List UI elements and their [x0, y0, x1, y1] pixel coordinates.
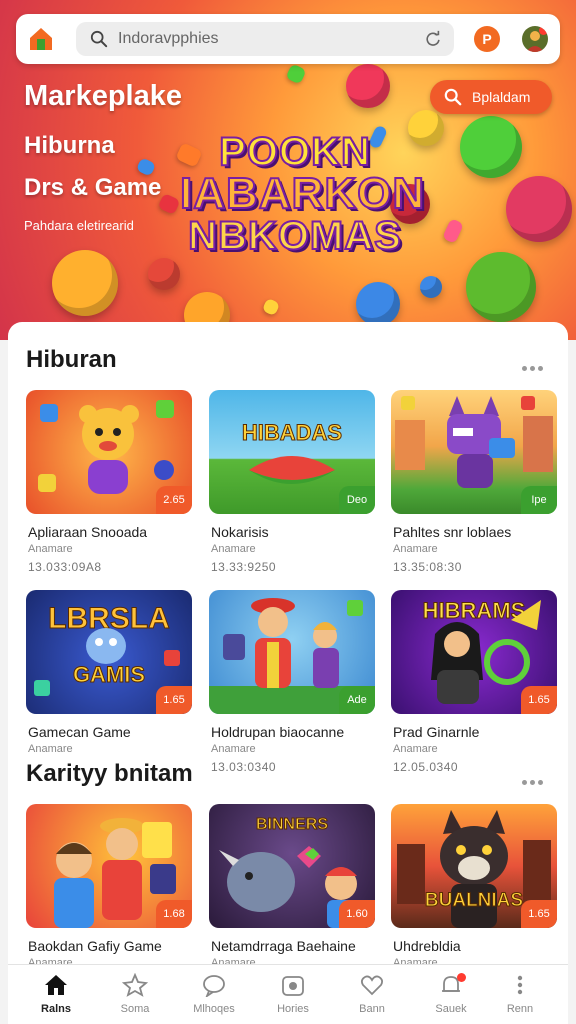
- decorative-chip: [420, 276, 442, 298]
- logo-line-1: POOKN: [218, 130, 371, 174]
- card-title: Gamecan Game: [28, 724, 131, 740]
- price-badge: 1.60: [339, 900, 375, 928]
- card-title: Baokdan Gafiy Game: [28, 938, 162, 954]
- price-badge: 1.65: [156, 686, 192, 714]
- decorative-chip: [408, 110, 444, 146]
- search-icon: [90, 30, 108, 48]
- card-category: Anamare: [28, 743, 73, 755]
- nav-label: Renn: [506, 1003, 534, 1015]
- price-badge: Deo: [339, 486, 375, 514]
- game-thumbnail: 1.68: [26, 804, 192, 928]
- nav-label: Mlhoqes: [193, 1003, 235, 1015]
- section-title-karityy: Karityy bnitam: [26, 760, 193, 787]
- user-avatar[interactable]: [522, 26, 548, 52]
- nav-item-bann[interactable]: Bann: [332, 973, 412, 1021]
- content-sheet: Hiburan 2.65 Apliaraan Snooada Anamare 1…: [8, 322, 568, 1024]
- hero-title: Markeplake: [24, 80, 182, 112]
- card-meta: 13.33:9250: [211, 560, 277, 574]
- top-bar: P: [16, 14, 560, 64]
- logo-line-2: IABARKON: [179, 169, 426, 218]
- heart-icon: [360, 975, 384, 996]
- nav-item-renn[interactable]: Renn: [480, 973, 560, 1021]
- bottom-navigation: Ralns Soma Mlhoqes Hories Bann Sauek Ren…: [8, 964, 568, 1024]
- home-logo-icon[interactable]: [28, 26, 54, 52]
- card-meta: 13.03:0340: [211, 760, 277, 774]
- price-badge: 1.65: [521, 686, 557, 714]
- card-title: Uhdrebldia: [393, 938, 461, 954]
- price-badge: 1.65: [521, 900, 557, 928]
- more-vert-icon: [517, 975, 523, 995]
- decorative-chip: [466, 252, 536, 322]
- search-bar[interactable]: [76, 22, 454, 56]
- decorative-tile: [261, 297, 281, 317]
- hero-subtitle-2: Drs & Game: [24, 174, 162, 201]
- decorative-tile: [442, 218, 464, 244]
- hero-search-button[interactable]: Bplaldam: [430, 80, 552, 114]
- notification-dot: [539, 26, 548, 35]
- search-input[interactable]: [118, 29, 418, 49]
- reload-icon[interactable]: [424, 30, 442, 48]
- decorative-chip: [506, 176, 572, 242]
- game-thumbnail: BUALNIAS 1.65: [391, 804, 557, 928]
- card-title: Pahltes snr loblaes: [393, 524, 512, 540]
- nav-item-soma[interactable]: Soma: [95, 973, 175, 1021]
- home-icon: [45, 975, 67, 995]
- nav-item-sauek[interactable]: Sauek: [411, 973, 491, 1021]
- card-title: Apliaraan Snooada: [28, 524, 148, 540]
- logo-line-3: NBKOMAS: [187, 214, 402, 258]
- price-badge: 2.65: [156, 486, 192, 514]
- search-icon: [444, 88, 462, 106]
- card-category: Anamare: [211, 743, 256, 755]
- card-meta: 12.05.0340: [393, 760, 459, 774]
- decorative-chip: [460, 116, 522, 178]
- notification-badge: [457, 973, 466, 982]
- card-title: Prad Ginarnle: [393, 724, 480, 740]
- game-thumbnail: HIBRAMS 1.65: [391, 590, 557, 714]
- profile-avatar[interactable]: P: [474, 26, 500, 52]
- price-badge: Ade: [339, 686, 375, 714]
- nav-item-home[interactable]: Ralns: [16, 973, 96, 1021]
- decorative-tile: [285, 63, 307, 85]
- nav-label: Soma: [120, 1003, 150, 1015]
- decorative-chip: [346, 64, 390, 108]
- decorative-chip: [52, 250, 118, 316]
- more-options-icon[interactable]: [522, 772, 548, 785]
- decorative-chip: [356, 282, 400, 326]
- card-meta: 13.35:08:30: [393, 560, 462, 574]
- game-thumbnail: 2.65: [26, 390, 192, 514]
- game-thumbnail: BINNERS 1.60: [209, 804, 375, 928]
- card-title: Nokarisis: [211, 524, 269, 540]
- hero-tagline: Pahdara eletirearid: [24, 218, 134, 233]
- card-category: Anamare: [393, 743, 438, 755]
- thumbnail-subtitle: GAMIS: [72, 662, 146, 688]
- chat-icon: [203, 975, 225, 997]
- nav-label: Ralns: [41, 1003, 71, 1015]
- hero-subtitle: Hiburna: [24, 132, 115, 159]
- price-badge: 1.68: [156, 900, 192, 928]
- nav-label: Bann: [359, 1003, 385, 1015]
- card-title: Holdrupan biaocanne: [211, 724, 345, 740]
- decorative-chip: [148, 258, 180, 290]
- nav-label: Sauek: [435, 1003, 467, 1015]
- game-thumbnail: Ipe: [391, 390, 557, 514]
- game-thumbnail: LBRSLA GAMIS 1.65: [26, 590, 192, 714]
- nav-label: Hories: [277, 1003, 309, 1015]
- hero-banner[interactable]: POOKN IABARKON NBKOMAS Markeplake Hiburn…: [0, 0, 576, 340]
- star-icon: [122, 973, 148, 997]
- game-thumbnail: Ade: [209, 590, 375, 714]
- card-category: Anamare: [211, 543, 256, 555]
- card-category: Anamare: [28, 543, 73, 555]
- card-category: Anamare: [393, 543, 438, 555]
- section-title-hiburan: Hiburan: [26, 346, 117, 373]
- game-thumbnail: HIBADAS Deo: [209, 390, 375, 514]
- card-title: Netamdrraga Baehaine: [211, 938, 356, 954]
- nav-item-messages[interactable]: Mlhoqes: [174, 973, 254, 1021]
- more-options-icon[interactable]: [522, 358, 548, 371]
- hero-button-label: Bplaldam: [472, 89, 531, 105]
- featured-game-logo[interactable]: POOKN IABARKON NBKOMAS: [179, 120, 426, 280]
- card-meta: 13.033:09A8: [28, 560, 102, 574]
- price-badge: Ipe: [521, 486, 557, 514]
- nav-item-hories[interactable]: Hories: [253, 973, 333, 1021]
- calendar-icon: [282, 976, 304, 996]
